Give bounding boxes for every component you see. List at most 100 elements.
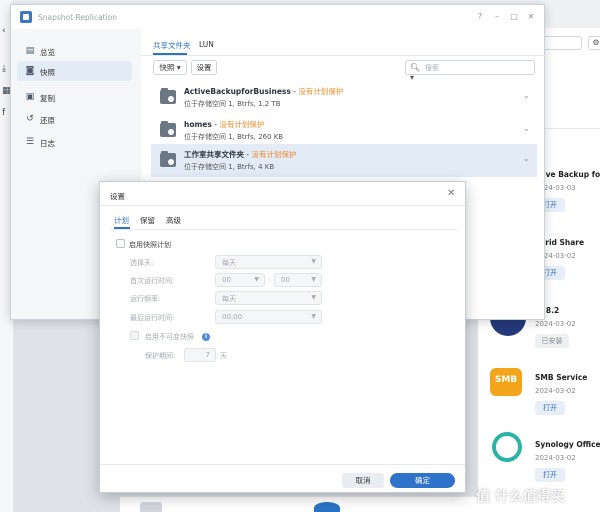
sidebar-item-label: 快照 [40,68,55,77]
search-placeholder: 搜索 [425,64,439,72]
maximize-icon[interactable]: □ [508,11,520,23]
frequency-dropdown[interactable]: 每天 ▼ [215,291,322,305]
log-icon: ☰ [25,137,35,147]
select-days-dropdown[interactable]: 每天 ▼ [215,255,322,269]
tab-lun[interactable]: LUN [199,40,214,49]
folder-snapshot-icon [160,121,176,137]
chevron-down-icon[interactable]: ⌄ [523,154,530,163]
background-list-row [120,496,478,512]
protection-unit: 天 [220,352,227,360]
help-icon[interactable]: ? [474,11,486,23]
sidebar-item-label: 还原 [40,116,55,125]
caret-down-icon: ▼ [311,313,316,320]
protection-status: 没有计划保护 [251,150,297,159]
close-icon[interactable]: ✕ [525,11,537,23]
open-button[interactable]: 打开 [535,401,565,415]
folder-name-line: homes - 没有计划保护 [184,119,264,130]
enable-schedule-checkbox[interactable] [116,239,125,248]
protection-period-input[interactable]: 7 [184,348,216,362]
immutable-snapshot-checkbox[interactable] [130,331,139,340]
gear-icon[interactable]: ⚙ [588,36,600,50]
tab-advanced[interactable]: 高级 [166,215,181,226]
sidebar-item-replication[interactable]: ▣ 复制 [17,87,132,107]
watermark: 值 什么值得买 [476,489,565,505]
letter-icon: f [2,108,6,118]
folder-location: 位于存储空间 1, Btrfs, 4 KB [184,163,275,171]
folder-location: 位于存储空间 1, Btrfs, 260 KB [184,133,284,141]
sidebar-item-restore[interactable]: ↺ 还原 [17,109,132,129]
package-search-input[interactable] [540,36,582,50]
window-title: Snapshot Replication [38,13,117,22]
folder-name: homes [184,120,212,129]
tab-schedule[interactable]: 计划 [114,215,129,226]
settings-dialog: 设置 ✕ 计划 保留 高级 启用快照计划 选择天: 每天 ▼ 首次运行时间: 0… [99,181,466,493]
sidebar-item-snapshots[interactable]: ◙ 快照 [17,61,132,81]
last-run-time-dropdown[interactable]: 00:00 ▼ [215,310,322,324]
minimize-icon[interactable]: – [491,11,503,23]
divider [110,229,457,230]
immutable-snapshot-label: 启用不可变快照 [145,333,194,341]
back-arrow-icon: ‹ [2,26,6,36]
list-item[interactable]: ActiveBackupforBusiness - 没有计划保护 位于存储空间 … [151,81,537,114]
ok-button[interactable]: 确定 [390,473,455,488]
frequency-label: 运行频率: [130,295,161,303]
caret-down-icon: ▼ [311,276,316,283]
package-name: Synology Office [535,440,600,449]
first-run-time-label: 首次运行时间: [130,277,175,285]
minute-dropdown[interactable]: 00 ▼ [274,273,322,287]
tab-retention[interactable]: 保留 [140,215,155,226]
divider [141,55,545,56]
package-item[interactable]: SMB SMB Service 2024-03-02 打开 [488,368,600,433]
selected-value: 每天 [222,259,236,267]
sidebar-item-label: 总览 [40,48,55,57]
list-item-selected[interactable]: 工作室共享文件夹 - 没有计划保护 位于存储空间 1, Btrfs, 4 KB … [151,144,537,177]
close-icon[interactable]: ✕ [447,188,455,199]
selected-value: 00 [222,276,231,284]
installed-badge: 已安装 [535,334,569,348]
snapshot-button-label: 快照 [159,63,175,72]
list-item[interactable]: homes - 没有计划保护 位于存储空间 1, Btrfs, 260 KB ⌄ [151,114,537,147]
app-icon [20,11,32,23]
folder-snapshot-icon [160,88,176,104]
download-icon: ⤓ [2,64,6,74]
search-icon: 🔍︎▾ [410,63,421,82]
package-date: 2024-03-02 [535,320,576,328]
time-separator: : [268,276,271,284]
open-button[interactable]: 打开 [535,468,565,482]
overview-icon: ▤ [25,46,35,56]
chevron-down-icon[interactable]: ⌄ [523,91,530,100]
hour-dropdown[interactable]: 00 ▼ [215,273,265,287]
office-icon [492,432,522,462]
selected-value: 每天 [222,295,236,303]
sidebar-item-overview[interactable]: ▤ 总览 [17,41,132,61]
sidebar-item-label: 日志 [40,139,55,148]
dialog-title: 设置 [110,192,125,201]
protection-status: 没有计划保护 [298,87,344,96]
selected-value: 00 [281,276,290,284]
folder-name-line: ActiveBackupforBusiness - 没有计划保护 [184,86,343,97]
chevron-down-icon[interactable]: ⌄ [523,124,530,133]
camera-icon: ◙ [25,66,35,76]
info-icon[interactable]: i [202,333,210,341]
protection-status: 没有计划保护 [219,120,265,129]
divider [100,205,465,206]
selected-value: 00:00 [222,313,243,321]
cancel-button[interactable]: 取消 [342,473,384,488]
select-days-label: 选择天: [130,259,154,267]
caret-down-icon: ▼ [254,276,259,283]
last-run-time-label: 最后运行时间: [130,314,175,322]
replication-icon: ▣ [25,92,35,102]
tab-shared-folders[interactable]: 共享文件夹 [153,40,191,51]
snapshot-dropdown-button[interactable]: 快照 ▾ [153,60,187,75]
settings-button[interactable]: 设置 [191,60,217,75]
package-date: 2024-03-02 [535,387,576,395]
package-name: SMB Service [535,373,588,382]
window-titlebar[interactable]: Snapshot Replication ? – □ ✕ [11,5,544,29]
sidebar-item-log[interactable]: ☰ 日志 [17,132,132,152]
protection-period-label: 保护期间: [145,352,176,360]
caret-down-icon: ▼ [311,258,316,265]
input-value: 7 [205,351,210,359]
search-input[interactable]: 🔍︎▾ 搜索 [405,60,535,82]
package-icon [314,502,340,512]
restore-icon: ↺ [26,114,34,124]
